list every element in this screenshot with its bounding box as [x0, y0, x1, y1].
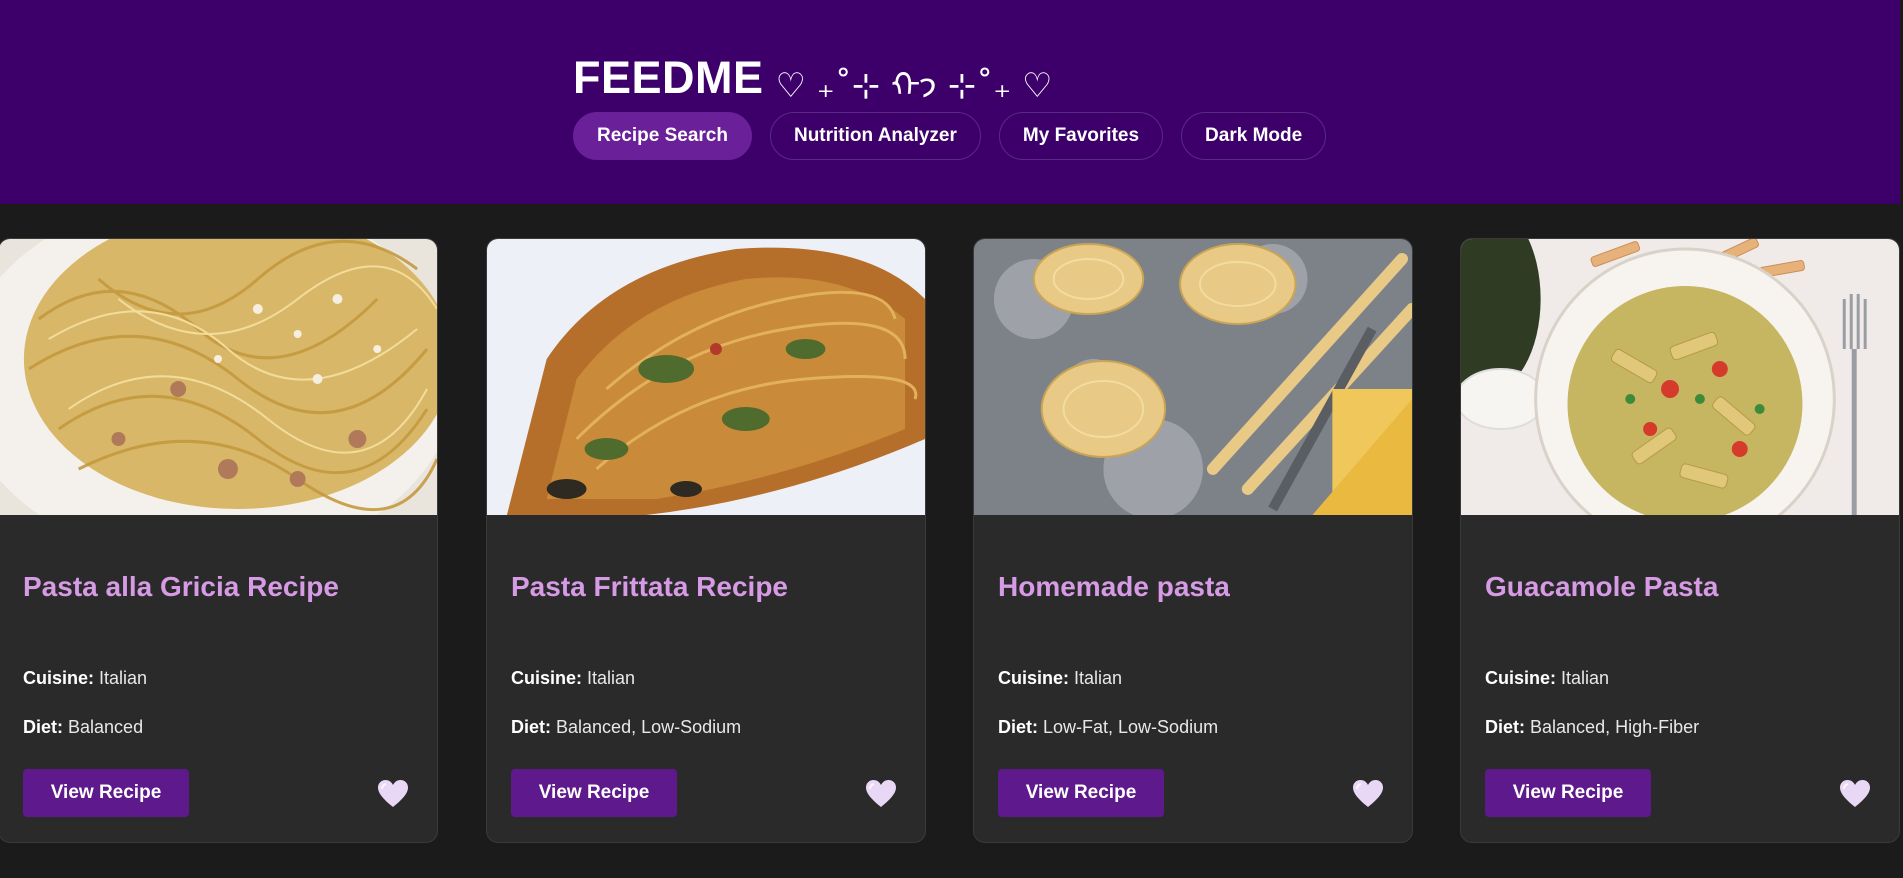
recipe-image[interactable] [487, 239, 925, 515]
diet-label: Diet: [1485, 717, 1525, 737]
recipe-title: Homemade pasta [998, 571, 1230, 602]
cuisine-label: Cuisine: [1485, 668, 1557, 688]
diet-label: Diet: [511, 717, 551, 737]
recipe-title: Pasta alla Gricia Recipe [23, 571, 339, 602]
recipe-card: Pasta Frittata Recipe Cuisine: Italian D… [486, 238, 926, 843]
diet-label: Diet: [23, 717, 63, 737]
nav-recipe-search[interactable]: Recipe Search [573, 112, 752, 160]
cuisine-value: Italian [587, 668, 636, 688]
app-header: FEEDME ♡ ₊˚⊹ ᡣ𐭩 ⊹˚₊ ♡ Recipe Search Nutr… [0, 0, 1900, 204]
view-recipe-button[interactable]: View Recipe [998, 769, 1164, 817]
recipe-image[interactable] [974, 239, 1412, 515]
cuisine-value: Italian [1074, 668, 1123, 688]
recipe-diet: Diet: Balanced [23, 717, 143, 738]
cuisine-value: Italian [1561, 668, 1610, 688]
recipe-card: Homemade pasta Cuisine: Italian Diet: Lo… [973, 238, 1413, 843]
recipe-title: Guacamole Pasta [1485, 571, 1719, 602]
heart-icon[interactable] [1352, 779, 1384, 809]
heart-icon[interactable] [377, 779, 409, 809]
cuisine-value: Italian [99, 668, 148, 688]
diet-value: Balanced, Low-Sodium [556, 717, 742, 737]
diet-value: Low-Fat, Low-Sodium [1043, 717, 1219, 737]
app-title: FEEDME [573, 52, 764, 103]
recipe-card: Guacamole Pasta Cuisine: Italian Diet: B… [1460, 238, 1900, 843]
recipe-cuisine: Cuisine: Italian [998, 668, 1122, 689]
nav-nutrition-analyzer[interactable]: Nutrition Analyzer [769, 112, 981, 160]
recipe-diet: Diet: Balanced, Low-Sodium [511, 717, 741, 738]
heart-icon[interactable] [865, 779, 897, 809]
main-nav: Recipe Search Nutrition Analyzer My Favo… [573, 112, 1327, 160]
recipe-card: Pasta alla Gricia Recipe Cuisine: Italia… [0, 238, 438, 843]
recipe-image[interactable] [0, 239, 437, 515]
view-recipe-button[interactable]: View Recipe [23, 769, 189, 817]
cuisine-label: Cuisine: [511, 668, 583, 688]
view-recipe-button[interactable]: View Recipe [1485, 769, 1651, 817]
nav-dark-mode[interactable]: Dark Mode [1181, 112, 1327, 160]
diet-value: Balanced [68, 717, 144, 737]
heart-icon[interactable] [1839, 779, 1871, 809]
diet-value: Balanced, High-Fiber [1530, 717, 1700, 737]
title-decoration: ♡ ₊˚⊹ ᡣ𐭩 ⊹˚₊ ♡ [775, 66, 1053, 106]
recipe-cuisine: Cuisine: Italian [23, 668, 147, 689]
nav-my-favorites[interactable]: My Favorites [998, 112, 1164, 160]
recipe-diet: Diet: Low-Fat, Low-Sodium [998, 717, 1218, 738]
recipe-cuisine: Cuisine: Italian [511, 668, 635, 689]
view-recipe-button[interactable]: View Recipe [511, 769, 677, 817]
cuisine-label: Cuisine: [23, 668, 95, 688]
diet-label: Diet: [998, 717, 1038, 737]
brand: FEEDME ♡ ₊˚⊹ ᡣ𐭩 ⊹˚₊ ♡ [573, 48, 1052, 108]
recipe-title: Pasta Frittata Recipe [511, 571, 788, 602]
recipe-cuisine: Cuisine: Italian [1485, 668, 1609, 689]
cuisine-label: Cuisine: [998, 668, 1070, 688]
recipe-diet: Diet: Balanced, High-Fiber [1485, 717, 1699, 738]
recipe-grid: Pasta alla Gricia Recipe Cuisine: Italia… [0, 238, 1900, 843]
recipe-image[interactable] [1461, 239, 1899, 515]
